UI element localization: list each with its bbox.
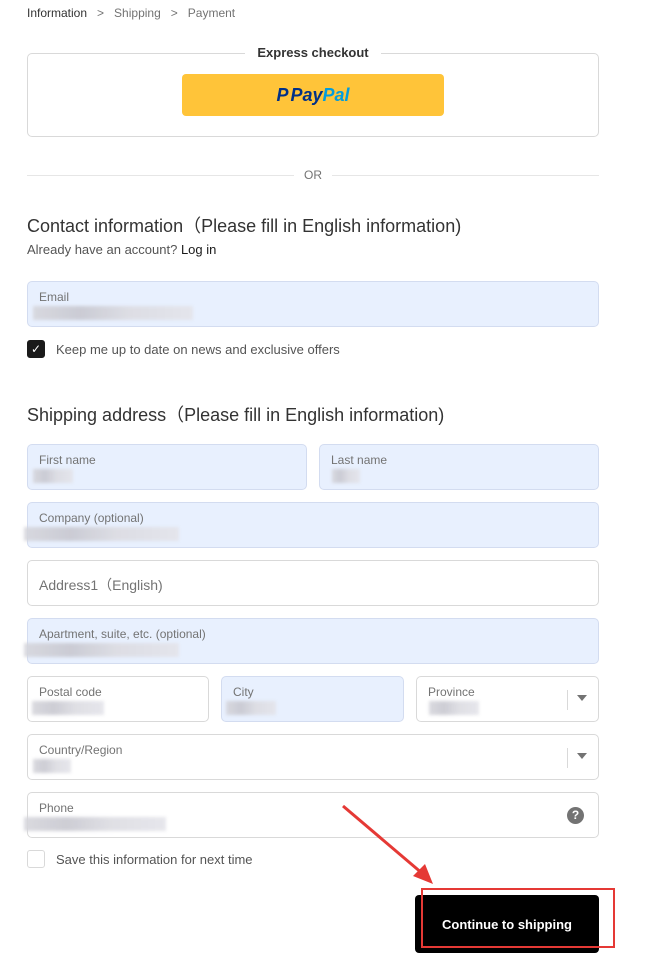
save-info-label: Save this information for next time [56, 851, 253, 867]
annotation-highlight-box [421, 888, 615, 948]
breadcrumb-information: Information [27, 6, 88, 20]
postal-code-field[interactable]: Postal code [27, 676, 209, 722]
first-name-label: First name [39, 453, 96, 467]
phone-field[interactable]: Phone ? [24, 792, 599, 838]
province-select[interactable]: Province [416, 676, 599, 722]
country-region-value-redacted [33, 759, 71, 773]
check-icon: ✓ [30, 342, 42, 356]
breadcrumb: Information > Shipping > Payment [27, 6, 235, 20]
chevron-right-icon: > [97, 6, 105, 20]
email-value-redacted [33, 306, 193, 320]
postal-code-label: Postal code [39, 685, 102, 699]
chevron-down-icon [577, 695, 587, 701]
company-label: Company (optional) [39, 511, 144, 525]
breadcrumb-shipping[interactable]: Shipping [114, 6, 161, 20]
question-circle-icon[interactable]: ? [567, 807, 584, 824]
chevron-right-icon: > [170, 6, 178, 20]
contact-section-title: Contact information（Please fill in Engli… [27, 216, 462, 236]
shipping-section-title: Shipping address（Please fill in English … [27, 405, 445, 425]
account-prompt: Already have an account? Log in [27, 242, 216, 257]
save-info-checkbox-row[interactable]: Save this information for next time [27, 850, 253, 868]
select-divider [567, 748, 568, 768]
annotation-arrow-icon [342, 804, 433, 884]
address1-field[interactable]: Address1（English) [27, 560, 599, 606]
newsletter-label: Keep me up to date on news and exclusive… [56, 341, 340, 357]
breadcrumb-payment[interactable]: Payment [188, 6, 235, 20]
address2-field[interactable]: Apartment, suite, etc. (optional) [24, 618, 599, 664]
phone-label: Phone [39, 801, 74, 815]
phone-value-redacted [24, 817, 166, 831]
country-region-select[interactable]: Country/Region [27, 734, 599, 780]
province-value-redacted [429, 701, 479, 715]
save-info-checkbox[interactable] [27, 850, 45, 868]
newsletter-checkbox-row[interactable]: ✓ Keep me up to date on news and exclusi… [27, 340, 340, 358]
account-prompt-text: Already have an account? [27, 242, 178, 257]
paypal-logo-icon: P [276, 84, 289, 105]
company-value-redacted [24, 527, 179, 541]
chevron-down-icon [577, 753, 587, 759]
paypal-pay-text: Pay [290, 84, 323, 105]
login-link[interactable]: Log in [181, 242, 216, 257]
postal-code-value-redacted [32, 701, 104, 715]
country-region-label: Country/Region [39, 743, 123, 757]
paypal-button[interactable]: P Pay Pal [182, 74, 444, 116]
address2-label: Apartment, suite, etc. (optional) [39, 627, 206, 641]
last-name-field[interactable]: Last name [319, 444, 599, 490]
address2-value-redacted [24, 643, 179, 657]
city-field[interactable]: City [221, 676, 404, 722]
city-label: City [233, 685, 254, 699]
email-label: Email [39, 290, 70, 304]
express-checkout-title: Express checkout [245, 43, 381, 63]
company-field[interactable]: Company (optional) [24, 502, 599, 548]
city-value-redacted [226, 701, 276, 715]
first-name-value-redacted [33, 469, 73, 483]
address1-placeholder: Address1（English) [39, 577, 163, 593]
first-name-field[interactable]: First name [27, 444, 307, 490]
or-divider-text: OR [294, 167, 332, 183]
select-divider [567, 690, 568, 710]
paypal-pal-text: Pal [322, 84, 350, 105]
last-name-label: Last name [331, 453, 388, 467]
last-name-value-redacted [332, 469, 360, 483]
newsletter-checkbox[interactable]: ✓ [27, 340, 45, 358]
email-field[interactable]: Email [27, 281, 599, 327]
province-label: Province [428, 685, 475, 699]
